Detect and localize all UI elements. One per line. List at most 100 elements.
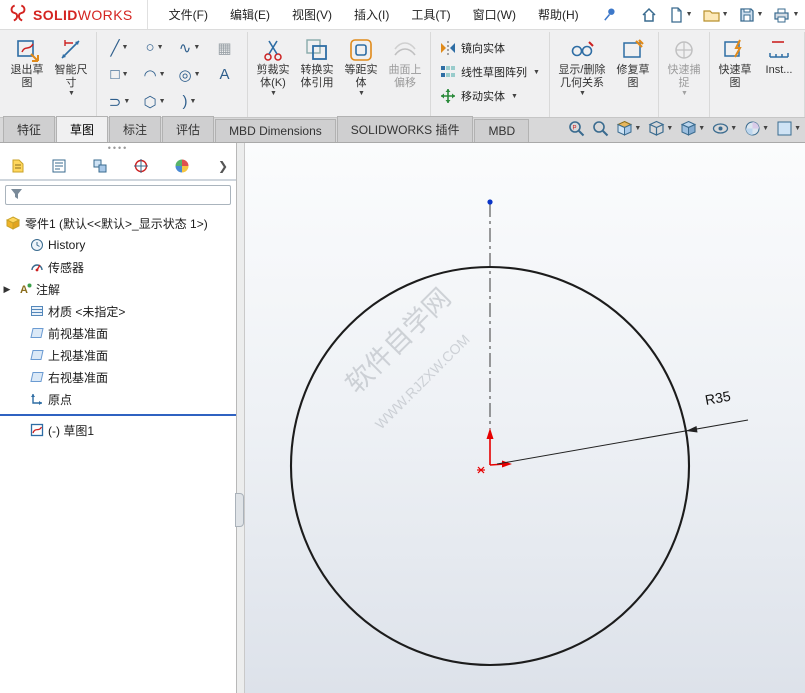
home-button[interactable] (637, 4, 661, 26)
tree-item-front-plane[interactable]: 前视基准面 (0, 322, 236, 344)
sketch-circle[interactable] (291, 267, 689, 665)
tab-displaymanager[interactable] (172, 156, 192, 176)
circle-tool-button[interactable]: ○▼ (137, 34, 172, 61)
tree-item-sketch1[interactable]: (-) 草图1 (0, 419, 236, 441)
rectangle-tool-button[interactable]: □▼ (102, 61, 137, 88)
menu-edit[interactable]: 编辑(E) (219, 0, 281, 29)
tree-item-right-plane[interactable]: 右视基准面 (0, 366, 236, 388)
offset-entities-button[interactable]: 等距实体 ▼ (339, 33, 383, 98)
origin-icon (30, 392, 44, 406)
spline-tool-button[interactable]: ∿▼ (172, 34, 207, 61)
line-tool-button[interactable]: ╱▼ (102, 34, 137, 61)
tree-filter-input[interactable] (27, 189, 226, 201)
tab-dimxpertmanager[interactable] (131, 156, 151, 176)
tab-evaluate[interactable]: 评估 (162, 116, 214, 142)
tab-mbd[interactable]: MBD (474, 119, 529, 142)
slot-tool-button[interactable]: ⊃▼ (102, 88, 137, 115)
instant2d-button[interactable]: Inst... (757, 33, 801, 78)
quick-snaps-button: 快速捕捉 ▼ (662, 33, 706, 98)
tab-mbd-dimensions[interactable]: MBD Dimensions (215, 119, 336, 142)
polygon-tool-icon: ⬡ (143, 93, 156, 111)
tab-solidworks-addins[interactable]: SOLIDWORKS 插件 (337, 116, 474, 142)
menu-insert[interactable]: 插入(I) (343, 0, 400, 29)
tree-item-origin[interactable]: 原点 (0, 388, 236, 410)
rollback-bar[interactable] (0, 414, 236, 416)
menu-help[interactable]: 帮助(H) (527, 0, 590, 29)
annotations-expander-icon[interactable]: ▶ (0, 284, 14, 295)
ribbon-group-rapid: 快速草图 Inst... (710, 32, 805, 117)
tab-features[interactable]: 特征 (3, 116, 55, 142)
fillet-tool-button[interactable]: )▼ (172, 88, 207, 115)
linear-pattern-button[interactable]: 线性草图阵列 ▼ (434, 60, 546, 84)
sketch-canvas[interactable]: 软件自学网 WWW.RJZXW.COM (245, 143, 805, 693)
tree-item-sensors[interactable]: 传感器 (0, 256, 236, 278)
tab-configurationmanager[interactable] (90, 156, 110, 176)
move-entities-button[interactable]: 移动实体 ▼ (434, 84, 546, 108)
tab-propertymanager[interactable] (49, 156, 69, 176)
panel-flyout-chevron-icon[interactable]: ❯ (218, 159, 228, 173)
display-relations-button[interactable]: 显示/删除几何关系 ▼ (553, 33, 611, 98)
fillet-tool-caret-icon: ▼ (190, 98, 197, 105)
tree-item-top-plane[interactable]: 上视基准面 (0, 344, 236, 366)
part-icon (6, 216, 21, 230)
mirror-entities-button[interactable]: 镜向实体 (434, 36, 546, 60)
smart-dimension-button[interactable]: 智能尺寸 ▼ (49, 33, 93, 98)
tree-item-history[interactable]: History (0, 234, 236, 256)
zoom-area-button[interactable] (592, 120, 609, 137)
tree-item-annotations[interactable]: ▶ A 注解 (0, 278, 236, 300)
new-document-button[interactable]: ▼ (664, 4, 696, 26)
ribbon-group-snap: 快速捕捉 ▼ (659, 32, 710, 117)
tree-item-part-root[interactable]: 零件1 (默认<<默认>_显示状态 1>) (0, 212, 236, 234)
move-entities-label: 移动实体 (461, 88, 505, 104)
menu-window[interactable]: 窗口(W) (462, 0, 527, 29)
display-style-button[interactable]: ▼ (680, 120, 705, 137)
radius-dimension[interactable]: R35 (497, 388, 748, 464)
pin-menu-icon[interactable] (602, 7, 617, 22)
menu-view[interactable]: 视图(V) (281, 0, 343, 29)
quick-snaps-caret-icon: ▼ (681, 90, 688, 97)
sketch-grid-tool-button: ▦ (207, 34, 242, 61)
view-settings-caret-icon: ▼ (794, 125, 801, 132)
edit-appearance-button[interactable]: ▼ (744, 120, 769, 137)
section-view-button[interactable]: ▼ (616, 120, 641, 137)
ribbon-group-entities: ╱▼ ○▼ ∿▼ ▦ □▼ ◠▼ ◎▼ A ⊃▼ ⬡▼ )▼ (97, 32, 248, 117)
panel-splitter-handle[interactable] (235, 493, 244, 527)
view-orientation-button[interactable]: ▼ (648, 120, 673, 137)
text-tool-button[interactable]: A (207, 61, 242, 88)
print-button[interactable]: ▼ (769, 4, 802, 26)
open-caret-icon: ▼ (722, 11, 729, 18)
annotations-icon: A (18, 282, 32, 296)
view-settings-button[interactable]: ▼ (776, 120, 801, 137)
trim-entities-button[interactable]: 剪裁实体(K) ▼ (251, 33, 295, 98)
arc-tool-button[interactable]: ◠▼ (137, 61, 172, 88)
open-button[interactable]: ▼ (699, 4, 732, 26)
zoom-fit-button[interactable]: P (568, 120, 585, 137)
graphics-viewport[interactable]: 软件自学网 WWW.RJZXW.COM (245, 143, 805, 693)
circle-tool-caret-icon: ▼ (157, 44, 164, 51)
centerline-endpoint[interactable] (487, 199, 492, 204)
menu-tools[interactable]: 工具(T) (400, 0, 461, 29)
panel-resize-grip[interactable]: •••• (0, 143, 236, 153)
tree-item-material[interactable]: 材质 <未指定> (0, 300, 236, 322)
origin-marker[interactable] (477, 428, 512, 473)
offset-entities-icon (348, 36, 374, 64)
feature-manager-panel: •••• ❯ 零件1 (默认<<默认>_显示状态 1>) History (0, 143, 237, 693)
ellipse-tool-button[interactable]: ◎▼ (172, 61, 207, 88)
hide-show-items-button[interactable]: ▼ (712, 120, 737, 137)
panel-splitter[interactable] (237, 143, 245, 693)
mirror-entities-label: 镜向实体 (461, 40, 505, 56)
menu-file[interactable]: 文件(F) (158, 0, 219, 29)
arc-tool-icon: ◠ (143, 66, 156, 84)
tab-sketch[interactable]: 草图 (56, 116, 108, 142)
convert-entities-button[interactable]: 转换实体引用 (295, 33, 339, 91)
main-menu: 文件(F) 编辑(E) 视图(V) 插入(I) 工具(T) 窗口(W) 帮助(H… (158, 0, 590, 29)
repair-sketch-button[interactable]: 修复草图 (611, 33, 655, 91)
save-button[interactable]: ▼ (735, 4, 767, 26)
tab-annotation[interactable]: 标注 (109, 116, 161, 142)
logo-text-bold: SOLID (33, 7, 78, 23)
ribbon-group-modify: 剪裁实体(K) ▼ 转换实体引用 等距实体 ▼ 曲面上偏移 (248, 32, 431, 117)
exit-sketch-button[interactable]: 退出草图 (5, 33, 49, 91)
rapid-sketch-button[interactable]: 快速草图 (713, 33, 757, 91)
tab-featuremanager-tree[interactable] (8, 156, 28, 176)
polygon-tool-button[interactable]: ⬡▼ (137, 88, 172, 115)
